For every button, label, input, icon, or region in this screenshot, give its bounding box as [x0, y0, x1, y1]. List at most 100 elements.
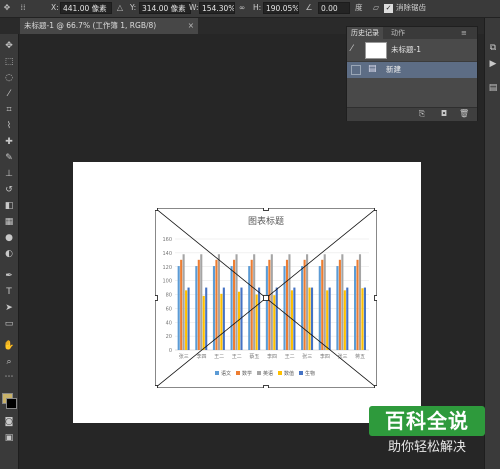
background-color-swatch[interactable] [6, 398, 17, 409]
bar [341, 254, 344, 350]
x-label: X: [51, 3, 59, 12]
bar [177, 266, 180, 350]
width-scale-input[interactable]: 154.30% [199, 2, 235, 14]
chart-object[interactable]: 图表标题 020406080100120140160 张三 李四 王二 王二 蔡五 李四王… [155, 208, 377, 388]
skew-icon[interactable]: ▱ [371, 3, 381, 13]
lasso-tool-icon[interactable]: ◌ [3, 72, 15, 84]
zoom-tool-icon[interactable]: ⌕ [3, 356, 15, 368]
bar [233, 259, 236, 350]
x-position-input[interactable]: 441.00 像素 [60, 2, 112, 14]
bar [356, 259, 359, 350]
healing-brush-tool-icon[interactable]: ✚ [3, 136, 15, 148]
quick-select-tool-icon[interactable]: ⁄ [3, 88, 15, 100]
tab-history[interactable]: 历史记录 [347, 27, 383, 39]
bar [220, 293, 223, 350]
chart-legend: 语文 数学 英语 数值 生物 [215, 370, 315, 377]
panel-menu-icon[interactable]: ≡ [461, 27, 467, 39]
bar [283, 266, 286, 350]
delta-icon[interactable]: △ [115, 3, 125, 13]
delete-state-icon[interactable]: 🗑 [459, 109, 469, 119]
bar [303, 259, 306, 350]
transform-handle[interactable] [263, 385, 269, 389]
transform-handle[interactable] [155, 385, 158, 389]
history-panel-footer: ⎘ ◘ 🗑 [347, 107, 477, 121]
bar [258, 287, 261, 350]
gradient-tool-icon[interactable]: ▦ [3, 216, 15, 228]
x-tick-label: 李四 [267, 353, 277, 360]
quick-mask-icon[interactable]: ◙ [3, 416, 15, 428]
eyedropper-tool-icon[interactable]: ⌇ [3, 120, 15, 132]
properties-panel-icon[interactable]: ▤ [487, 82, 499, 94]
actions-panel-icon[interactable]: ▶ [487, 58, 499, 70]
hand-tool-icon[interactable]: ✋ [3, 340, 15, 352]
clone-stamp-tool-icon[interactable]: ⊥ [3, 168, 15, 180]
transform-handle[interactable] [155, 295, 158, 301]
bar [323, 254, 326, 350]
screen-mode-icon[interactable]: ▣ [3, 432, 15, 444]
move-tool-icon[interactable]: ✥ [3, 40, 15, 52]
transform-tool-icon[interactable]: ✥ [2, 3, 12, 13]
snapshot-name: 未标题-1 [391, 45, 421, 54]
history-state-label: 新建 [386, 65, 401, 74]
link-icon[interactable]: ∞ [239, 2, 245, 14]
eraser-tool-icon[interactable]: ◧ [3, 200, 15, 212]
marquee-tool-icon[interactable]: ⬚ [3, 56, 15, 68]
bar [195, 266, 198, 350]
bar [343, 290, 346, 350]
x-tick-label: 张三 [179, 353, 189, 360]
x-tick-label: 李四 [196, 353, 206, 360]
watermark: 百科全说 助你轻松解决 [369, 406, 485, 464]
create-snapshot-icon[interactable]: ◘ [439, 109, 449, 119]
history-panel-icon[interactable]: ⧉ [487, 42, 499, 54]
pen-tool-icon[interactable]: ✒ [3, 270, 15, 282]
y-position-input[interactable]: 314.00 像素 [139, 2, 191, 14]
legend-label: 生物 [305, 370, 315, 377]
reference-point-icon[interactable]: ⁞⁞ [18, 3, 28, 13]
y-tick-label: 160 [162, 237, 172, 243]
bar [248, 266, 251, 350]
new-document-from-state-icon[interactable]: ⎘ [417, 109, 427, 119]
height-scale-input[interactable]: 190.05% [263, 2, 299, 14]
history-state-checkbox[interactable] [351, 65, 361, 75]
document-tab[interactable]: 未标题-1 @ 66.7% (工作簿 1, RGB/8) × [20, 18, 198, 34]
legend-swatch [257, 371, 261, 375]
transform-handle[interactable] [374, 208, 378, 211]
transform-handle[interactable] [374, 385, 378, 389]
rotate-angle-icon: ∠ [305, 3, 313, 12]
brush-tool-icon[interactable]: ✎ [3, 152, 15, 164]
bar [202, 295, 205, 350]
history-brush-source-icon[interactable]: ⁄ [351, 44, 353, 54]
transform-handle[interactable] [155, 208, 158, 211]
bar [222, 287, 225, 350]
close-tab-icon[interactable]: × [188, 18, 194, 34]
bar [250, 259, 253, 350]
bar [187, 287, 190, 350]
path-select-tool-icon[interactable]: ➤ [3, 302, 15, 314]
x-tick-label: 李四 [320, 353, 330, 360]
type-tool-icon[interactable]: T [3, 286, 15, 298]
y-tick-label: 60 [166, 306, 172, 312]
antialias-checkbox[interactable]: ✓ [384, 4, 393, 13]
dodge-tool-icon[interactable]: ◐ [3, 248, 15, 260]
rectangle-tool-icon[interactable]: ▭ [3, 318, 15, 330]
chart-bars [177, 254, 366, 350]
history-brush-tool-icon[interactable]: ↺ [3, 184, 15, 196]
blur-tool-icon[interactable]: ● [3, 232, 15, 244]
rotate-angle-input[interactable]: 0.00 [318, 2, 350, 14]
transform-handle[interactable] [374, 295, 378, 301]
watermark-title: 百科全说 [369, 406, 485, 436]
y-tick-label: 120 [162, 265, 172, 271]
bar [255, 294, 258, 350]
x-axis-labels: 张三 李四 王二 王二 蔡五 李四 王二 张三 李四 张三 蒋五 [179, 353, 365, 360]
legend-swatch [278, 371, 282, 375]
tab-actions[interactable]: 动作 [387, 27, 409, 39]
transform-handle[interactable] [263, 295, 269, 301]
bar [361, 288, 364, 350]
more-tools-icon[interactable]: ⋯ [3, 371, 15, 383]
history-state-row[interactable]: ▤ 新建 [347, 62, 477, 78]
transform-handle[interactable] [263, 208, 269, 211]
y-tick-label: 0 [169, 348, 172, 354]
angle-unit: 度 [355, 3, 363, 12]
crop-tool-icon[interactable]: ⌗ [3, 104, 15, 116]
history-snapshot-row[interactable]: ⁄ 未标题-1 [347, 39, 477, 62]
